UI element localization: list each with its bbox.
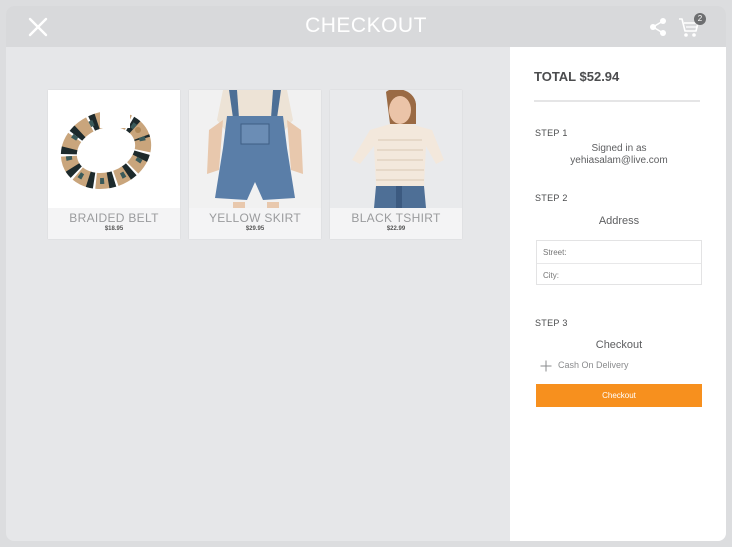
cart-count-badge: 2 [694,13,706,25]
product-image [48,90,180,208]
product-image [189,90,321,208]
share-icon [650,18,666,36]
top-bar: CHECKOUT 2 [6,6,726,47]
signed-in-email: yehiasalam@live.com [570,155,668,166]
product-card[interactable]: YELLOW SKIRT $29.95 [189,90,321,239]
product-name: BRAIDED BELT [69,211,159,225]
knit-sweater-image [330,90,462,208]
product-price: $22.99 [386,226,406,232]
divider [534,100,700,102]
page-title: CHECKOUT [305,14,427,37]
checkout-button[interactable]: Checkout [536,384,702,407]
product-card[interactable]: BRAIDED BELT $18.95 [48,90,180,239]
order-total: TOTAL $52.94 [534,69,620,84]
plus-icon [540,360,552,372]
beaded-necklace-image [48,90,180,208]
address-form [536,240,702,286]
product-name: YELLOW SKIRT [208,211,302,225]
signed-in-label: Signed in as [591,143,647,154]
street-input[interactable] [537,241,701,263]
denim-overalls-image [189,90,321,208]
checkout-title: Checkout [595,339,643,351]
product-price: $29.95 [245,226,265,232]
address-title: Address [598,215,640,227]
step-1-label: STEP 1 [535,128,568,138]
city-input[interactable] [537,264,701,286]
product-image [330,90,462,208]
app-window: CHECKOUT 2 BRAIDED BELT $18.95 YELLOW SK… [6,6,726,541]
payment-option-label: Cash On Delivery [558,360,629,370]
product-price: $18.95 [104,226,124,232]
step-3-label: STEP 3 [535,318,568,328]
share-button[interactable] [648,17,668,37]
product-card[interactable]: BLACK TSHIRT $22.99 [330,90,462,239]
order-summary-panel: TOTAL $52.94 STEP 1 Signed in as yehiasa… [510,47,726,541]
product-name: BLACK TSHIRT [351,211,441,225]
step-2-label: STEP 2 [535,193,568,203]
